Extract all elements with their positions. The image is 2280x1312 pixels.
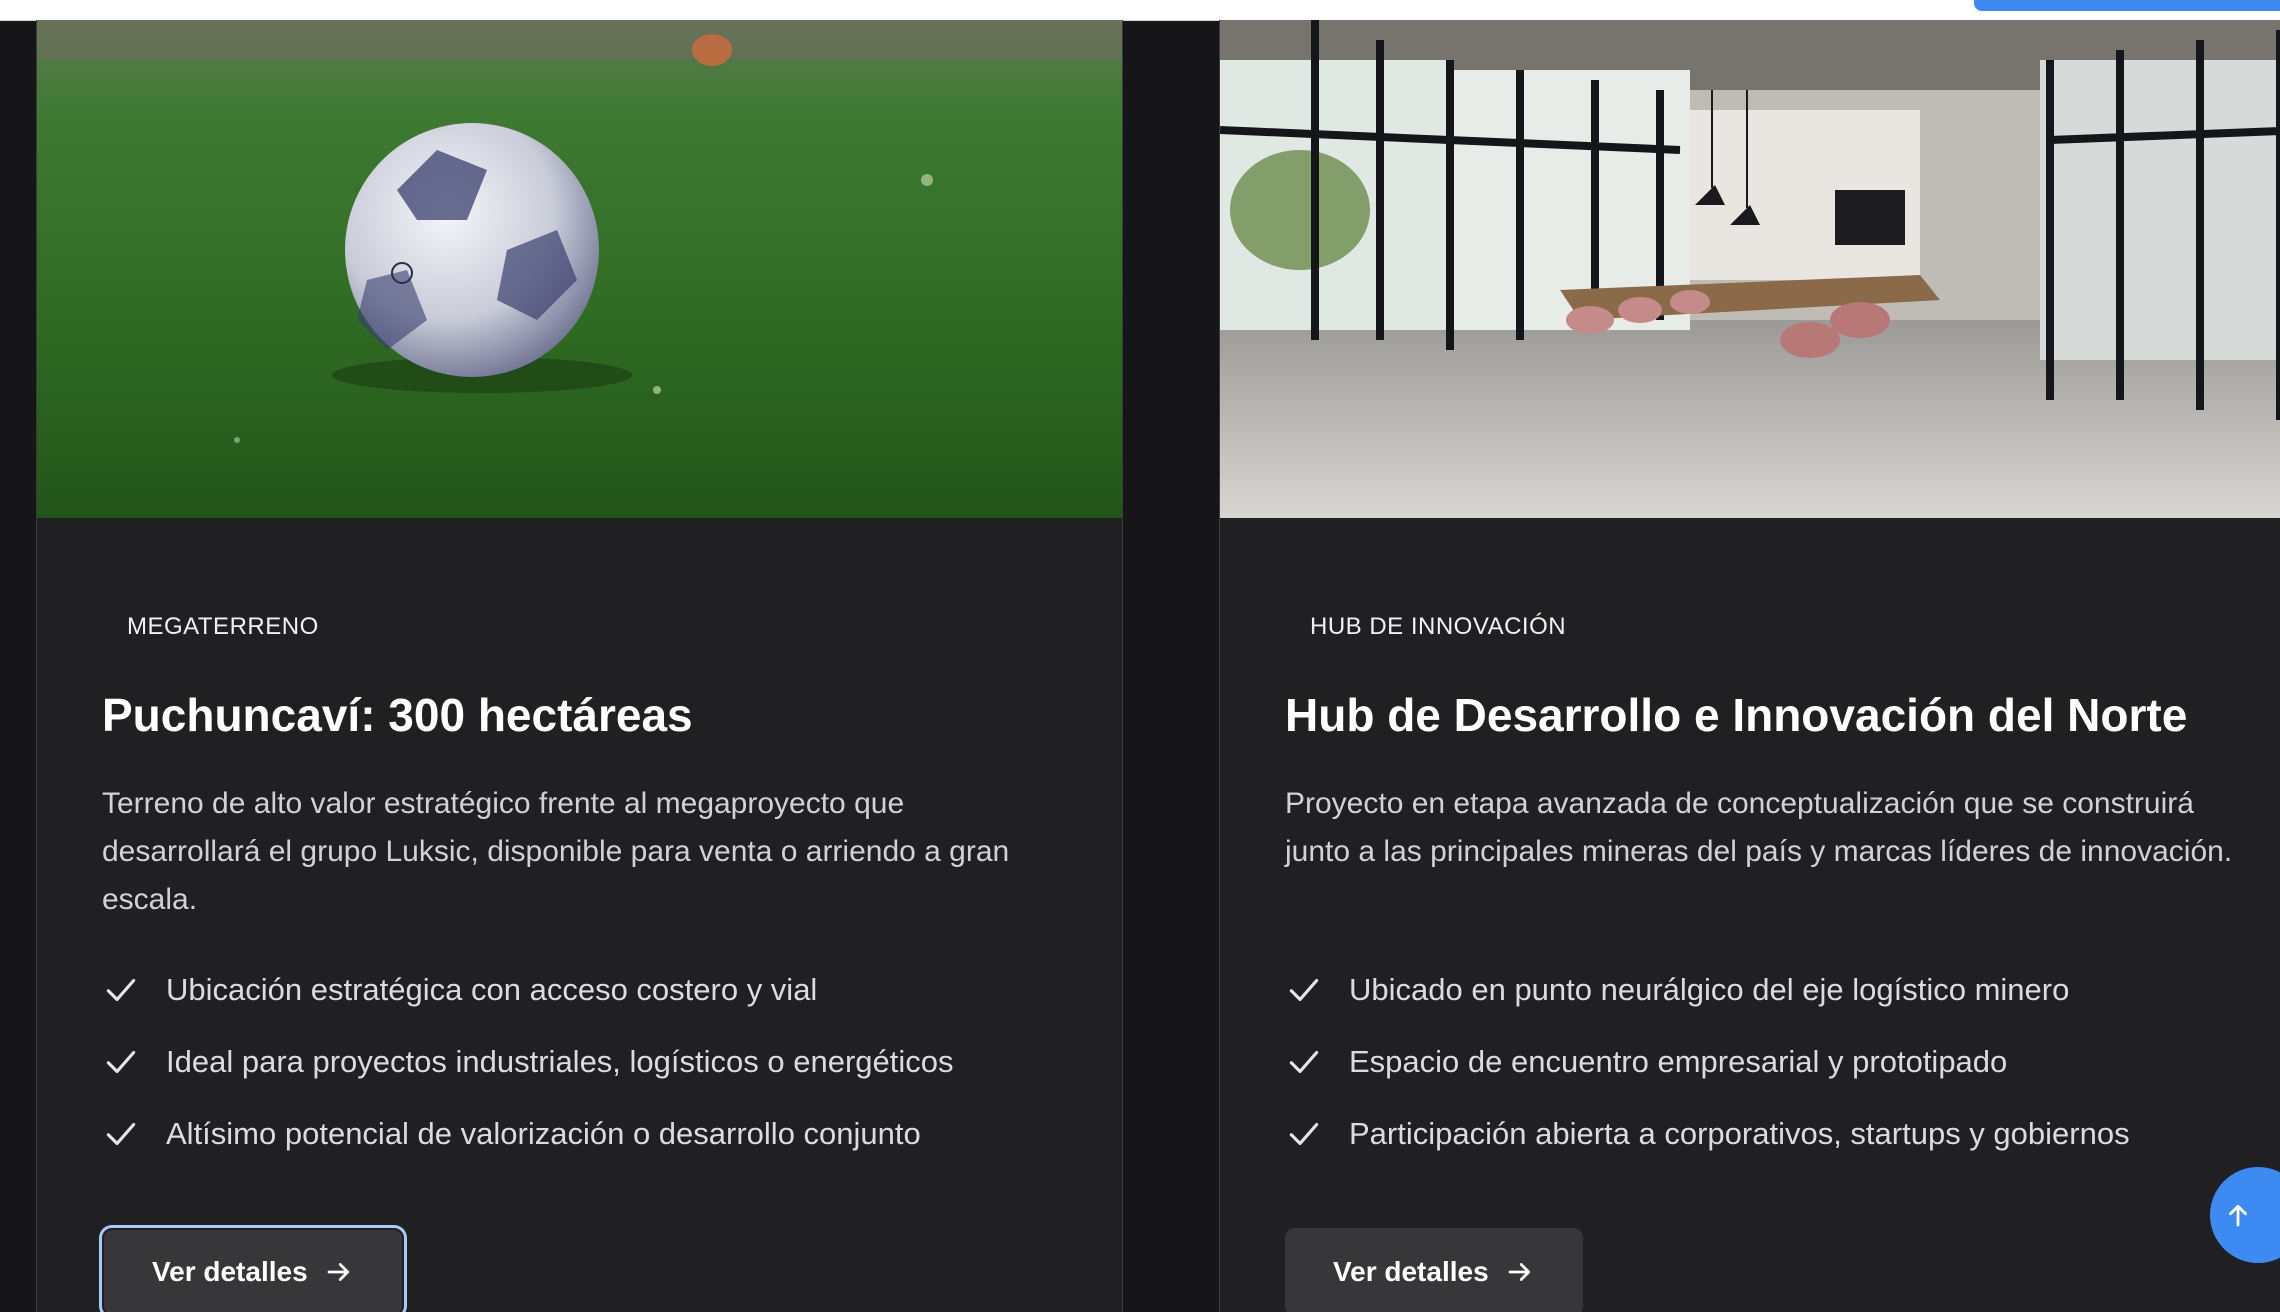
check-icon xyxy=(106,978,136,1002)
check-icon xyxy=(106,1122,136,1146)
card-description: Proyecto en etapa avanzada de conceptual… xyxy=(1285,787,2233,868)
project-card-hub-innovacion: HUB DE INNOVACIÓN Hub de Desarrollo e In… xyxy=(1219,20,2280,1312)
card-category: HUB DE INNOVACIÓN xyxy=(1310,613,1567,640)
feature-text: Participación abierta a corporativos, st… xyxy=(1349,1116,2130,1151)
feature-text: Ideal para proyectos industriales, logís… xyxy=(166,1044,954,1079)
arrow-right-icon xyxy=(1508,1263,1530,1281)
check-icon xyxy=(106,1050,136,1074)
project-card-puchuncavi: MEGATERRENO Puchuncaví: 300 hectáreas Te… xyxy=(36,20,1123,1312)
check-icon xyxy=(1289,978,1319,1002)
arrow-right-icon xyxy=(327,1263,349,1281)
view-details-button[interactable]: Ver detalles xyxy=(102,1228,404,1312)
card-image-soccer-ball xyxy=(37,20,1122,518)
top-bar xyxy=(0,0,2280,21)
check-icon xyxy=(1289,1050,1319,1074)
top-bar-accent-button[interactable] xyxy=(1974,0,2280,11)
feature-item: Ubicación estratégica con acceso costero… xyxy=(102,954,954,1026)
card-title: Hub de Desarrollo e Innovación del Norte xyxy=(1285,689,2188,741)
card-description: Terreno de alto valor estratégico frente… xyxy=(102,787,1010,916)
feature-item: Participación abierta a corporativos, st… xyxy=(1285,1098,2130,1170)
feature-list: Ubicado en punto neurálgico del eje logí… xyxy=(1285,954,2130,1170)
feature-item: Altísimo potencial de valorización o des… xyxy=(102,1098,954,1170)
button-label: Ver detalles xyxy=(152,1256,308,1287)
feature-text: Ubicación estratégica con acceso costero… xyxy=(166,972,818,1007)
card-image-meeting-room xyxy=(1220,20,2280,518)
feature-text: Ubicado en punto neurálgico del eje logí… xyxy=(1349,972,2070,1007)
feature-text: Espacio de encuentro empresarial y proto… xyxy=(1349,1044,2008,1079)
feature-list: Ubicación estratégica con acceso costero… xyxy=(102,954,954,1170)
card-category: MEGATERRENO xyxy=(127,613,319,640)
check-icon xyxy=(1289,1122,1319,1146)
feature-item: Ideal para proyectos industriales, logís… xyxy=(102,1026,954,1098)
view-details-button[interactable]: Ver detalles xyxy=(1285,1228,1583,1312)
feature-item: Ubicado en punto neurálgico del eje logí… xyxy=(1285,954,2130,1026)
card-title: Puchuncaví: 300 hectáreas xyxy=(102,689,693,741)
arrow-up-icon xyxy=(2229,1204,2247,1227)
button-label: Ver detalles xyxy=(1333,1256,1489,1287)
feature-text: Altísimo potencial de valorización o des… xyxy=(166,1116,921,1151)
feature-item: Espacio de encuentro empresarial y proto… xyxy=(1285,1026,2130,1098)
